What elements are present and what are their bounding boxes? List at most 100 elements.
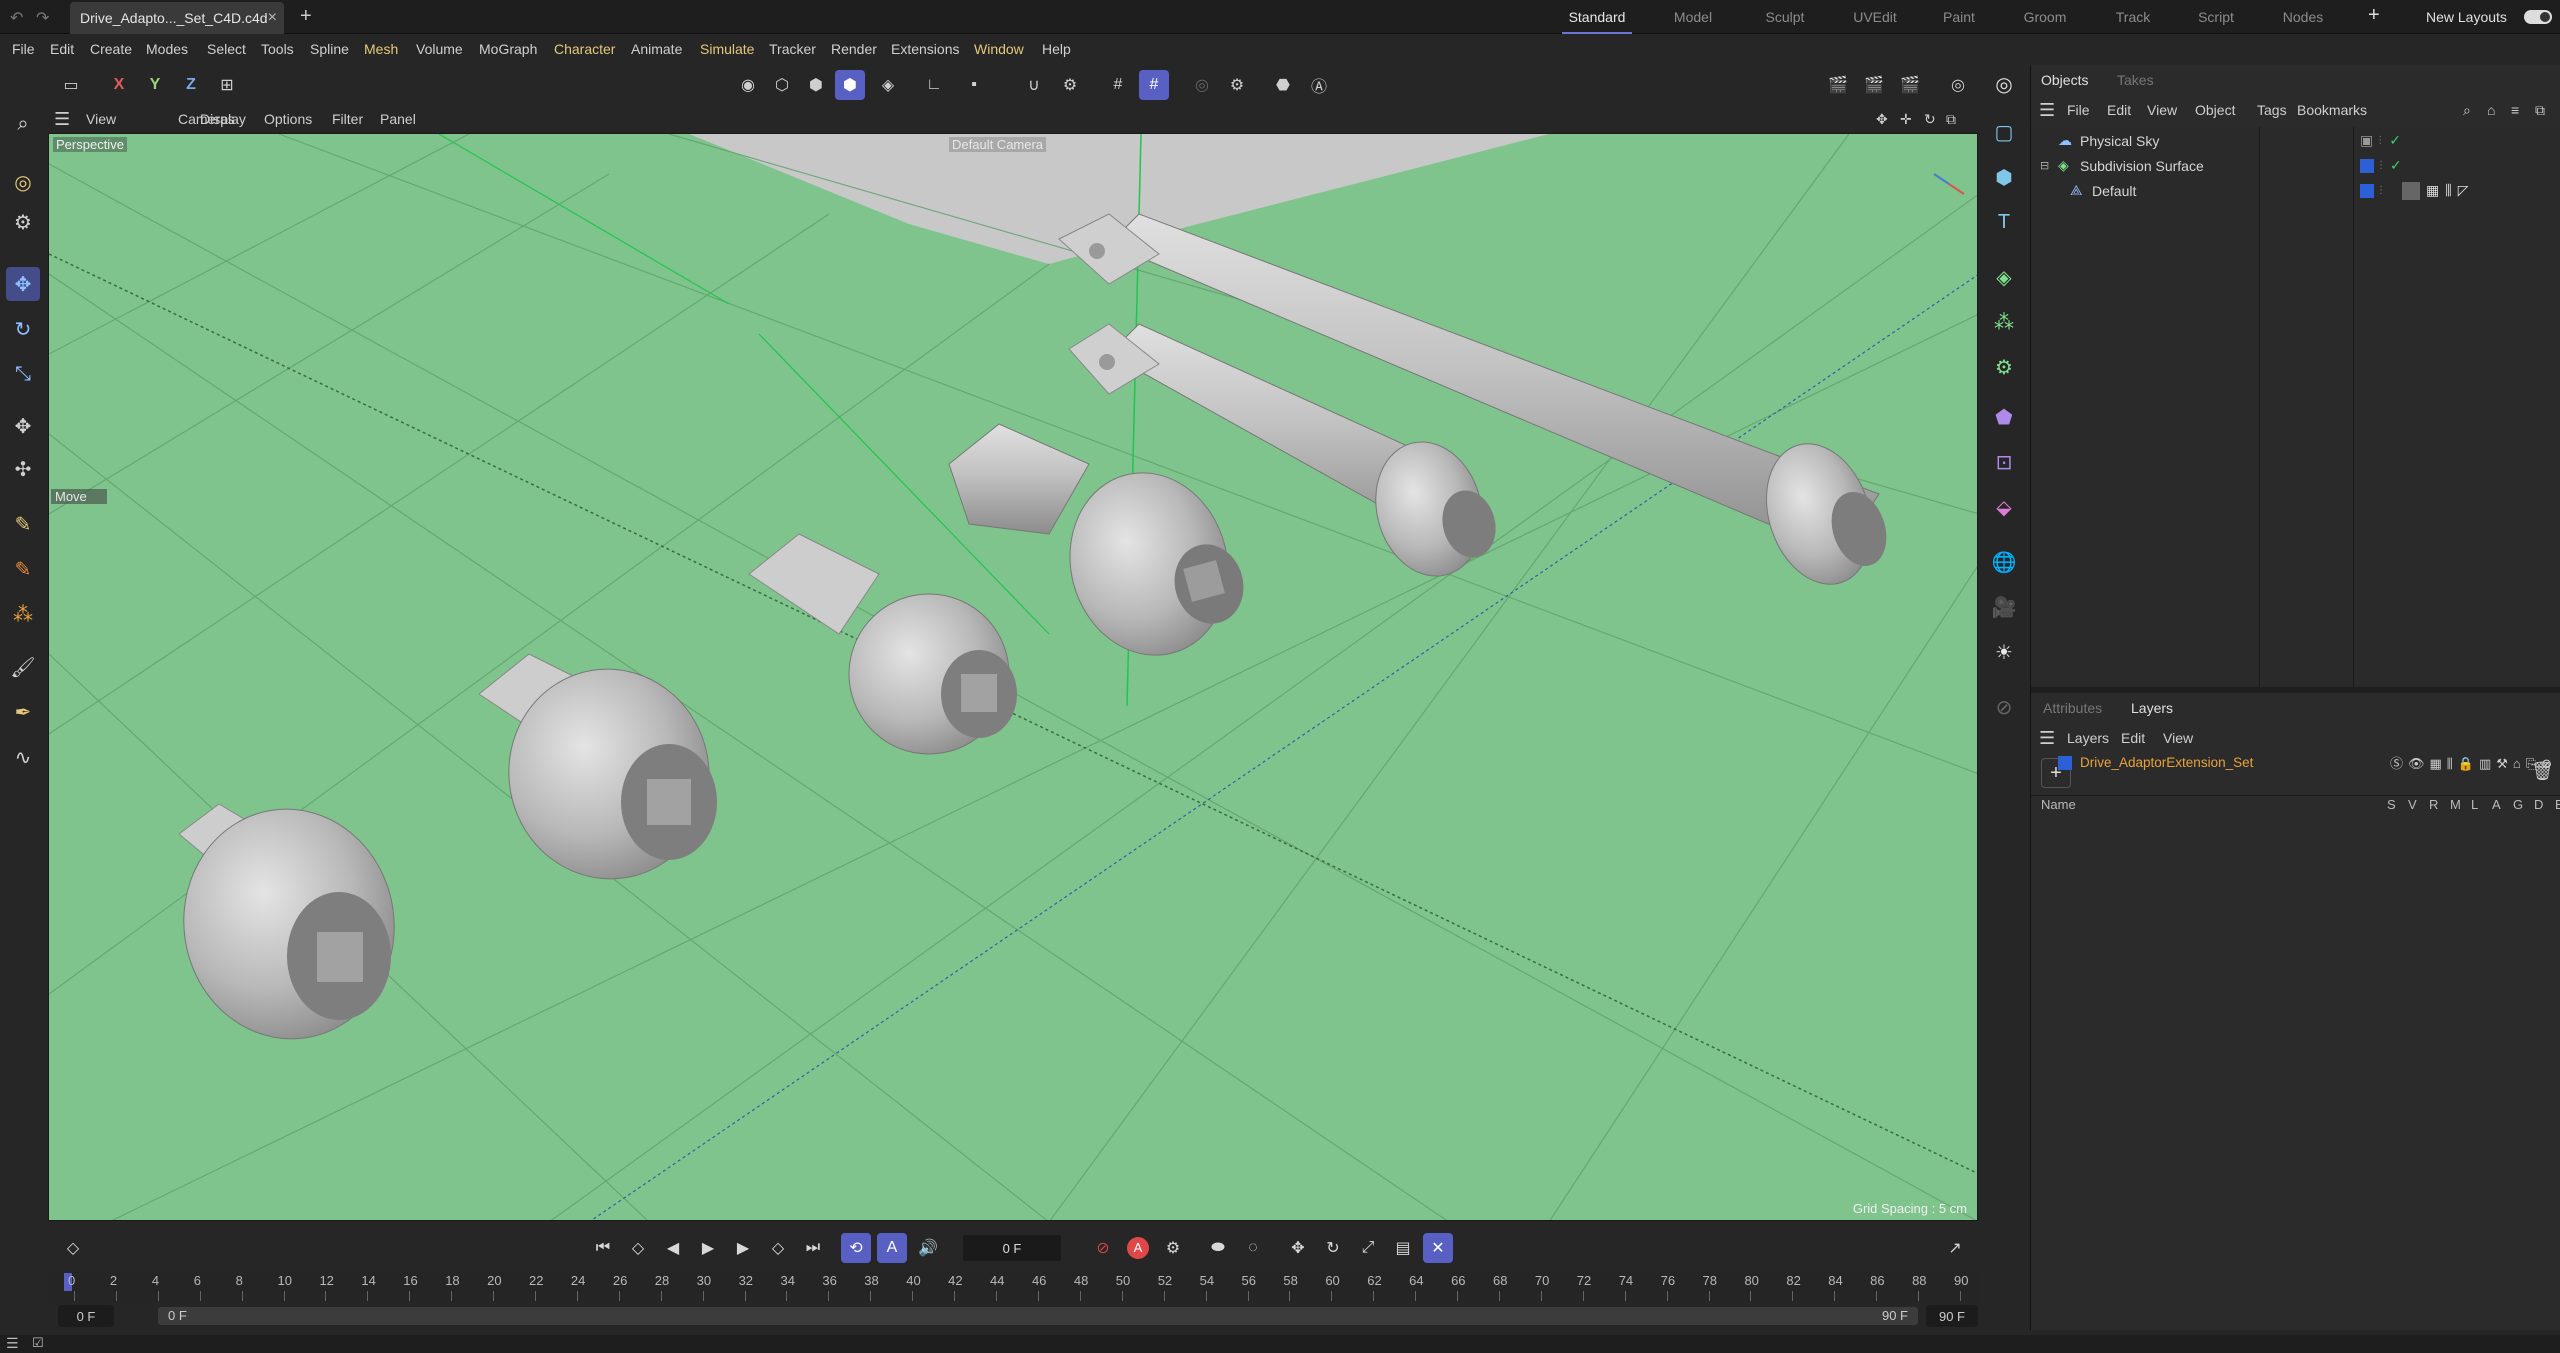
objects-search-icon[interactable]: ⌕ — [2463, 97, 2471, 123]
particles-icon[interactable]: ⁂ — [6, 597, 40, 631]
menu-animate[interactable]: Animate — [631, 34, 682, 65]
object-name[interactable]: Default — [2092, 183, 2252, 199]
layer-row[interactable]: Drive_AdaptorExtension_Set Ⓢ👁▦⫼🔒▥⚒⌂⎘⊘ — [2040, 750, 2560, 775]
camera-label[interactable]: Perspective — [53, 137, 127, 152]
next-key-icon[interactable]: ◇ — [763, 1233, 793, 1263]
previous-key-icon[interactable]: ◇ — [623, 1233, 653, 1263]
undo-icon[interactable]: ↶ — [10, 8, 23, 28]
null-object-icon[interactable]: ▢ — [1987, 115, 2021, 149]
layout-tab-nodes[interactable]: Nodes — [2270, 0, 2336, 34]
object-name[interactable]: Physical Sky — [2080, 133, 2202, 149]
render-tag-icon[interactable]: ▣ — [2360, 132, 2373, 149]
layers-menu-edit[interactable]: Edit — [2121, 725, 2145, 751]
brush-icon[interactable]: 🖌 — [6, 650, 40, 684]
menu-character[interactable]: Character — [554, 34, 615, 65]
uv-mode-icon[interactable]: ◈ — [873, 70, 903, 100]
clapper-render-active-icon[interactable]: 🎬 — [1859, 70, 1889, 100]
rotate-key-icon[interactable]: ↻ — [1318, 1233, 1348, 1263]
menu-file[interactable]: File — [12, 34, 35, 65]
panel-splitter[interactable] — [2031, 687, 2560, 693]
layout-tab-model[interactable]: Model — [1660, 0, 1726, 34]
layouts-toggle[interactable] — [2524, 10, 2552, 24]
go-to-end-icon[interactable]: ⏭ — [798, 1233, 828, 1263]
key-settings-icon[interactable]: ⚙ — [1158, 1233, 1188, 1263]
autokey-record-icon[interactable]: A — [1123, 1233, 1153, 1263]
points-mode-icon[interactable]: ◉ — [733, 70, 763, 100]
object-row-physical-sky[interactable]: ☁ Physical Sky ▣ ⋮ ✓ — [2040, 128, 2560, 153]
collapse-icon[interactable]: ⊟ — [2040, 159, 2058, 172]
objects-menu-edit[interactable]: Edit — [2107, 97, 2131, 123]
selection-tag-icon[interactable]: ◸ — [2458, 182, 2469, 199]
start-frame-field[interactable]: 0 F — [58, 1305, 114, 1327]
menu-select[interactable]: Select — [207, 34, 246, 65]
objects-menu-object[interactable]: Object — [2195, 97, 2235, 123]
pla-key-icon[interactable]: ✕ — [1423, 1233, 1453, 1263]
cloner-icon[interactable]: ⁂ — [1987, 305, 2021, 339]
cube-icon[interactable]: ⬢ — [1987, 160, 2021, 194]
rotate-tool-icon[interactable]: ↻ — [6, 312, 40, 346]
end-frame-field[interactable]: 90 F — [1926, 1305, 1978, 1327]
previous-frame-icon[interactable]: ◀ — [658, 1233, 688, 1263]
effector-icon[interactable]: ⚙ — [1987, 350, 2021, 384]
param-key-icon[interactable]: ▤ — [1388, 1233, 1418, 1263]
play-icon[interactable]: ▶ — [693, 1233, 723, 1263]
keyframe-icon[interactable]: ◇ — [58, 1233, 88, 1263]
lock-workplane-icon[interactable]: ◎ — [1187, 70, 1217, 100]
objects-hamburger-icon[interactable]: ☰ — [2039, 97, 2055, 123]
3d-viewport[interactable]: Perspective Default Camera Move Grid Spa… — [48, 133, 1978, 1221]
z-axis-lock-button[interactable]: Z — [176, 70, 206, 100]
object-row-subdivision-surface[interactable]: ⊟ ◈ Subdivision Surface ⋮ ✓ — [2040, 153, 2560, 178]
timeline-expand-icon[interactable]: ↗ — [1940, 1233, 1970, 1263]
visibility-dots-icon[interactable]: ⋮ — [2376, 185, 2386, 196]
visibility-dots-icon[interactable]: ⋮ — [2375, 135, 2385, 146]
current-frame-field[interactable]: 0 F — [963, 1235, 1061, 1261]
layers-menu-view[interactable]: View — [2163, 725, 2193, 751]
objects-home-icon[interactable]: ⌂ — [2487, 97, 2495, 123]
menu-tools[interactable]: Tools — [261, 34, 294, 65]
time-ruler[interactable]: 0 2 4 6 8 10 12 14 16 18 20 22 24 26 28 30 32 34 36 38 40 42 4… — [48, 1271, 1978, 1303]
menu-mograph[interactable]: MoGraph — [479, 34, 537, 65]
spline-sketch-icon[interactable]: ✎ — [6, 552, 40, 586]
new-layouts-label[interactable]: New Layouts — [2426, 0, 2507, 34]
tab-takes[interactable]: Takes — [2117, 65, 2154, 95]
layer-color-swatch[interactable] — [2360, 158, 2374, 173]
material-icon[interactable]: ⬣ — [1268, 70, 1298, 100]
search-icon[interactable]: ⌕ — [6, 107, 40, 141]
loop-icon[interactable]: ⟲ — [841, 1233, 871, 1263]
viewport-menu-panel[interactable]: Panel — [380, 105, 416, 133]
menu-tracker[interactable]: Tracker — [769, 34, 816, 65]
generator-icon[interactable]: ◈ — [1987, 260, 2021, 294]
layer-col-r[interactable]: R — [2429, 797, 2450, 812]
objects-menu-file[interactable]: File — [2067, 97, 2090, 123]
placement-tool-icon[interactable]: ✣ — [6, 452, 40, 486]
camera-object-icon[interactable]: 🎥 — [1987, 590, 2021, 624]
edges-mode-icon[interactable]: ⬡ — [767, 70, 797, 100]
layer-col-v[interactable]: V — [2408, 797, 2429, 812]
solo-icon[interactable]: ▪ — [959, 70, 989, 100]
new-tab-icon[interactable]: + — [300, 5, 312, 28]
layer-col-g[interactable]: G — [2513, 797, 2534, 812]
layer-col-s[interactable]: S — [2387, 797, 2408, 812]
material-tag-icon[interactable] — [2402, 181, 2420, 200]
light-object-icon[interactable]: ☀ — [1987, 635, 2021, 669]
tweak-tool-icon[interactable]: ⚙ — [6, 205, 40, 239]
menu-mesh[interactable]: Mesh — [364, 34, 398, 65]
redshift-icon[interactable]: ◎ — [1943, 70, 1973, 100]
texture-tag-icon[interactable]: ▦ — [2426, 182, 2439, 199]
scale-tool-icon[interactable]: ⤡ — [6, 357, 40, 391]
record-disabled-icon[interactable]: ⊘ — [1088, 1233, 1118, 1263]
redo-icon[interactable]: ↷ — [36, 8, 49, 28]
range-slider[interactable]: 0 F 90 F — [158, 1307, 1918, 1325]
spline-tool-icon[interactable]: ∿ — [6, 740, 40, 774]
paint-icon[interactable]: ✒ — [6, 695, 40, 729]
move-view-icon[interactable]: ✛ — [1900, 105, 1912, 133]
document-tab[interactable]: Drive_Adapto..._Set_C4D.c4d × — [70, 2, 284, 34]
menu-edit[interactable]: Edit — [50, 34, 74, 65]
layer-col-e[interactable]: E — [2555, 797, 2560, 812]
move-tool-icon[interactable]: ✥ — [6, 267, 40, 301]
menu-volume[interactable]: Volume — [416, 34, 463, 65]
layout-tab-paint[interactable]: Paint — [1926, 0, 1992, 34]
maximize-view-icon[interactable]: ⧉ — [1946, 105, 1956, 133]
layer-toggle-icons[interactable]: Ⓢ👁▦⫼🔒▥⚒⌂⎘⊘ — [2390, 753, 2557, 772]
move-key-icon[interactable]: ✥ — [1283, 1233, 1313, 1263]
